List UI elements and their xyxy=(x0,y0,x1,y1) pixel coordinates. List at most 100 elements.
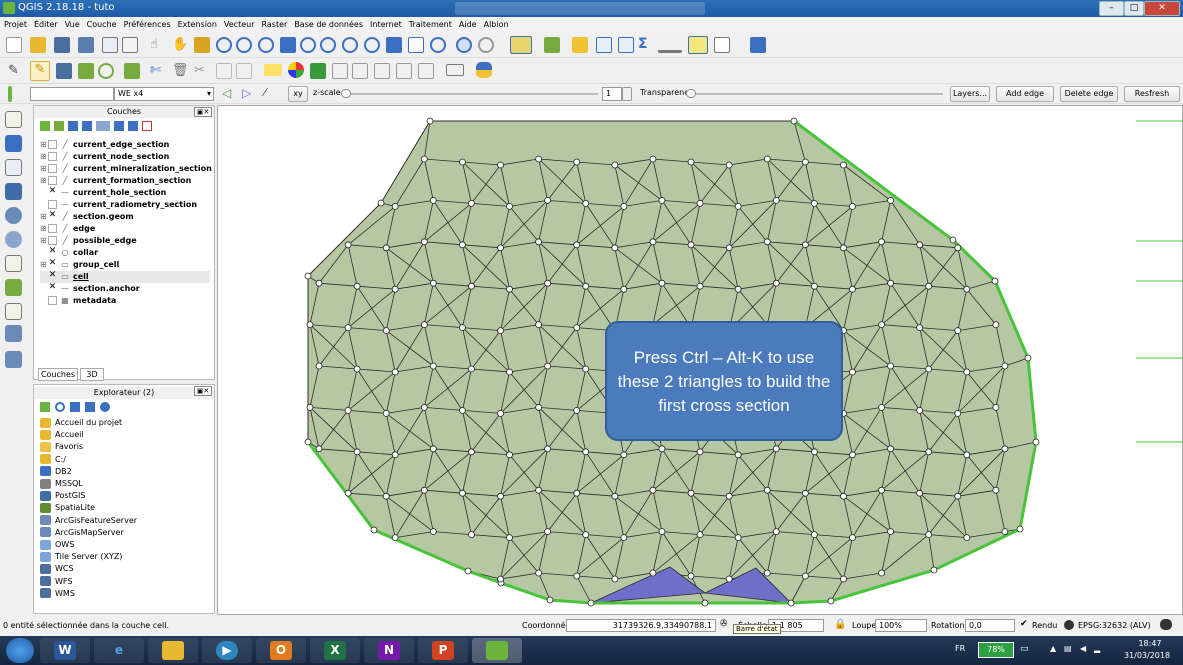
expand-icon[interactable]: ⊞ xyxy=(40,139,48,151)
toggle-editing-icon[interactable]: ✎ xyxy=(30,61,50,81)
browser-item[interactable]: C:/ xyxy=(40,454,66,466)
taskbar-onenote[interactable]: N xyxy=(364,638,414,663)
layer-labeling-icon[interactable] xyxy=(310,63,326,79)
new-project-icon[interactable] xyxy=(6,37,22,53)
layer-row[interactable]: ⊞ ╱ current_node_section xyxy=(40,151,169,163)
layers-button[interactable]: Layers... xyxy=(950,86,990,102)
layer-row[interactable]: ⊞ ╱ edge xyxy=(40,223,95,235)
show-hide-labels-icon[interactable] xyxy=(352,63,368,79)
layer-visibility-checkbox[interactable]: ✕ xyxy=(48,187,57,197)
zoom-selection-icon[interactable] xyxy=(300,37,316,53)
menu-projet[interactable]: Projet xyxy=(0,17,30,29)
pan-to-selection-icon[interactable] xyxy=(194,37,210,53)
browser-item[interactable]: SpatiaLite xyxy=(40,502,95,514)
browser-item[interactable]: PostGIS xyxy=(40,490,85,502)
change-label-icon[interactable] xyxy=(418,63,434,79)
transparency-slider-track[interactable] xyxy=(688,93,943,95)
magnifier-field[interactable]: 100% xyxy=(875,619,927,632)
xy-button[interactable]: xy xyxy=(288,86,308,102)
layer-visibility-checkbox[interactable]: ✕ xyxy=(48,259,57,269)
python-console-icon[interactable] xyxy=(476,62,492,78)
language-indicator[interactable]: FR xyxy=(955,644,965,653)
crs-label[interactable]: EPSG:32632 (ALV) xyxy=(1078,621,1151,630)
clock-time[interactable]: 18:47 xyxy=(1122,639,1178,648)
expand-icon[interactable]: ⊞ xyxy=(40,235,48,247)
properties-icon[interactable] xyxy=(100,402,110,412)
browser-item[interactable]: Tile Server (XYZ) xyxy=(40,551,122,563)
layer-row[interactable]: ✕ — current_hole_section xyxy=(40,187,167,199)
coordinate-field[interactable]: 31739326.9,33490788.1 xyxy=(566,619,716,632)
new-spatialite-layer-icon[interactable] xyxy=(5,325,22,342)
save-as-icon[interactable] xyxy=(78,37,94,53)
layer-visibility-checkbox[interactable] xyxy=(48,176,57,185)
current-edits-icon[interactable]: ✎ xyxy=(8,63,24,79)
touch-zoom-icon[interactable]: ☝ xyxy=(150,37,166,53)
open-styling-icon[interactable] xyxy=(40,121,50,131)
menu-albion[interactable]: Albion xyxy=(480,17,512,29)
add-feature-icon[interactable] xyxy=(78,63,94,79)
menu-vue[interactable]: Vue xyxy=(61,17,83,29)
statistics-icon[interactable]: Σ xyxy=(638,36,654,52)
browser-item[interactable]: WMS xyxy=(40,588,75,600)
add-group-icon[interactable] xyxy=(54,121,64,131)
composer-manager-icon[interactable] xyxy=(122,37,138,53)
spin-arrows-icon[interactable] xyxy=(622,87,632,101)
zoom-out-icon[interactable] xyxy=(236,37,252,53)
filter-browser-icon[interactable] xyxy=(70,402,80,412)
add-selected-icon[interactable] xyxy=(40,402,50,412)
taskbar-excel[interactable]: X xyxy=(310,638,360,663)
layer-row[interactable]: ✕ — section.anchor xyxy=(40,283,140,295)
layer-visibility-checkbox[interactable]: ✕ xyxy=(48,247,57,257)
next-section-icon[interactable]: ▷ xyxy=(242,86,258,102)
lock-icon[interactable]: 🔒 xyxy=(834,619,846,630)
tab-3d[interactable]: 3D xyxy=(80,368,104,381)
save-project-icon[interactable] xyxy=(54,37,70,53)
browser-item[interactable]: WCS xyxy=(40,563,74,575)
tab-couches[interactable]: Couches xyxy=(38,368,78,381)
volume-icon[interactable]: ◀ xyxy=(1080,644,1086,653)
refresh-browser-icon[interactable] xyxy=(55,402,65,412)
layers-panel-close-icon[interactable]: ▣✕ xyxy=(194,107,212,117)
taskbar-outlook[interactable]: O xyxy=(256,638,306,663)
csv-icon[interactable] xyxy=(446,64,464,76)
zscale-spinbox[interactable]: 1 xyxy=(602,87,622,101)
signal-icon[interactable]: ▂ xyxy=(1094,644,1100,653)
label-toolbar-icon[interactable] xyxy=(264,64,282,76)
browser-item[interactable]: Favoris xyxy=(40,441,83,453)
transparency-slider-knob[interactable] xyxy=(686,89,696,98)
crs-globe-icon[interactable] xyxy=(1064,620,1074,630)
messages-icon[interactable] xyxy=(1160,619,1172,630)
browser-item[interactable]: ArcGisMapServer xyxy=(40,527,124,539)
deselect-icon[interactable] xyxy=(572,37,588,53)
render-check-icon[interactable]: ✔ xyxy=(1020,619,1028,629)
style-manager-icon[interactable] xyxy=(288,62,304,78)
add-wms-icon[interactable] xyxy=(5,231,22,248)
taskbar-word[interactable]: W xyxy=(40,638,90,663)
copy-features-icon[interactable] xyxy=(216,63,232,79)
new-map-view-icon[interactable] xyxy=(386,37,402,53)
render-label[interactable]: Rendu xyxy=(1032,621,1057,630)
minimize-button[interactable]: – xyxy=(1099,1,1124,16)
line-select[interactable]: WE x4 ▾ xyxy=(114,87,214,101)
remove-layer-icon[interactable] xyxy=(142,121,152,131)
taskbar-qgis[interactable] xyxy=(472,638,522,663)
zoom-native-icon[interactable] xyxy=(258,37,274,53)
layer-row[interactable]: — current_radiometry_section xyxy=(40,199,197,211)
menu-base-de-donnees[interactable]: Base de données xyxy=(290,17,366,29)
new-shapefile-icon[interactable] xyxy=(5,303,22,320)
expand-icon[interactable]: ⊞ xyxy=(40,175,48,187)
text-annotation-icon[interactable] xyxy=(714,37,730,53)
coordinate-toggle-icon[interactable]: ✇ xyxy=(720,619,728,629)
expand-icon[interactable]: ⊞ xyxy=(40,151,48,163)
open-project-icon[interactable] xyxy=(30,37,46,53)
delete-edge-button[interactable]: Delete edge xyxy=(1060,86,1118,102)
zoom-in-icon[interactable] xyxy=(216,37,232,53)
zscale-slider-track[interactable] xyxy=(342,93,598,95)
zoom-full-icon[interactable] xyxy=(280,37,296,53)
add-spatialite-icon[interactable] xyxy=(5,207,22,224)
taskbar-powerpoint[interactable]: P xyxy=(418,638,468,663)
move-feature-icon[interactable] xyxy=(124,63,140,79)
menu-traitement[interactable]: Traitement xyxy=(405,17,455,29)
help-icon[interactable] xyxy=(750,37,766,53)
menu-vecteur[interactable]: Vecteur xyxy=(220,17,258,29)
